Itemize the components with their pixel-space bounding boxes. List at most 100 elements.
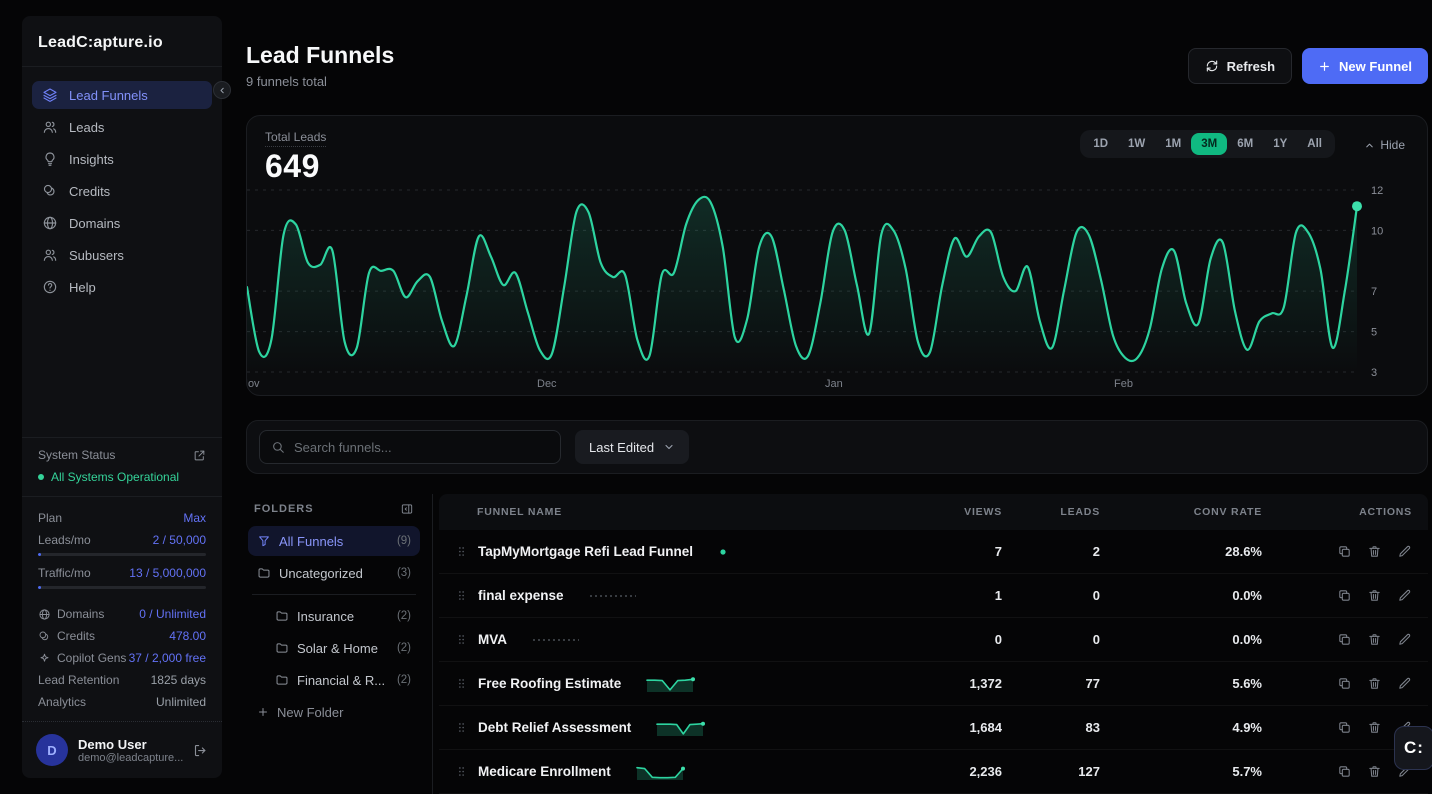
duplicate-icon[interactable] — [1337, 588, 1352, 603]
column-header-views[interactable]: VIEWS — [892, 506, 1002, 518]
trash-icon[interactable] — [1367, 764, 1382, 779]
folder-label: Financial & R... — [297, 673, 385, 688]
refresh-label: Refresh — [1227, 59, 1275, 74]
logout-icon[interactable] — [193, 743, 208, 758]
sidebar-item-leads[interactable]: Leads — [32, 113, 212, 141]
pencil-icon[interactable] — [1397, 676, 1412, 691]
user-block[interactable]: D Demo User demo@leadcapture.... — [22, 721, 222, 778]
sidebar-item-domains[interactable]: Domains — [32, 209, 212, 237]
sort-dropdown[interactable]: Last Edited — [575, 430, 689, 464]
sparkline-flat — [588, 586, 644, 606]
range-pill-1m[interactable]: 1M — [1155, 133, 1191, 155]
range-pill-6m[interactable]: 6M — [1227, 133, 1263, 155]
range-pill-1d[interactable]: 1D — [1083, 133, 1118, 155]
funnel-conv-rate: 5.7% — [1112, 764, 1302, 779]
plus-icon — [1318, 60, 1331, 73]
column-header-funnel-name[interactable]: FUNNEL NAME — [455, 506, 892, 518]
funnel-leads: 2 — [1002, 544, 1112, 559]
drag-handle-icon[interactable] — [455, 589, 468, 602]
funnel-row-medicare-enrollment[interactable]: Medicare Enrollment 2,236 127 5.7% — [439, 750, 1428, 794]
range-pill-1w[interactable]: 1W — [1118, 133, 1155, 155]
funnel-row-mva[interactable]: MVA 0 0 0.0% — [439, 618, 1428, 662]
total-leads-chart-card: Total Leads 649 1D 1W 1M 3M 6M 1Y All Hi… — [246, 115, 1428, 396]
external-link-icon[interactable] — [193, 449, 206, 462]
sidebar-item-label: Credits — [69, 184, 110, 199]
drag-handle-icon[interactable] — [455, 545, 468, 558]
sidebar-item-help[interactable]: Help — [32, 273, 212, 301]
search-box[interactable] — [259, 430, 561, 464]
plan-label: Analytics — [38, 695, 86, 709]
sparkle-icon — [38, 652, 51, 665]
column-header-conv-rate[interactable]: CONV RATE — [1112, 506, 1302, 518]
funnel-leads: 127 — [1002, 764, 1112, 779]
funnel-views: 1,372 — [892, 676, 1002, 691]
funnel-row-tapmymortgage-refi-lead-funnel[interactable]: TapMyMortgage Refi Lead Funnel 7 2 28.6% — [439, 530, 1428, 574]
brand-logo: LeadC:apture.io — [22, 16, 222, 67]
column-header-actions[interactable]: ACTIONS — [1302, 506, 1412, 518]
total-leads-label: Total Leads — [265, 130, 326, 147]
sidebar-item-subusers[interactable]: Subusers — [32, 241, 212, 269]
drag-handle-icon[interactable] — [455, 677, 468, 690]
drag-handle-icon[interactable] — [455, 765, 468, 778]
drag-handle-icon[interactable] — [455, 633, 468, 646]
trash-icon[interactable] — [1367, 544, 1382, 559]
duplicate-icon[interactable] — [1337, 720, 1352, 735]
drag-handle-icon[interactable] — [455, 721, 468, 734]
refresh-button[interactable]: Refresh — [1188, 48, 1292, 84]
duplicate-icon[interactable] — [1337, 676, 1352, 691]
duplicate-icon[interactable] — [1337, 632, 1352, 647]
sparkline-chart — [635, 762, 691, 782]
hide-chart-button[interactable]: Hide — [1364, 138, 1405, 152]
column-header-leads[interactable]: LEADS — [1002, 506, 1112, 518]
capture-widget-button[interactable]: C: — [1394, 726, 1432, 770]
search-input[interactable] — [294, 440, 549, 455]
lightbulb-icon — [42, 151, 58, 167]
range-pill-all[interactable]: All — [1297, 133, 1332, 155]
new-funnel-button[interactable]: New Funnel — [1302, 48, 1428, 84]
folder-item-financial-r[interactable]: Financial & R... (2) — [266, 665, 420, 695]
pencil-icon[interactable] — [1397, 632, 1412, 647]
sidebar-item-lead-funnels[interactable]: Lead Funnels — [32, 81, 212, 109]
trash-icon[interactable] — [1367, 676, 1382, 691]
duplicate-icon[interactable] — [1337, 764, 1352, 779]
duplicate-icon[interactable] — [1337, 544, 1352, 559]
folder-item-uncategorized[interactable]: Uncategorized (3) — [248, 558, 420, 588]
sparkline-chart — [645, 674, 701, 694]
folder-item-insurance[interactable]: Insurance (2) — [266, 601, 420, 631]
sidebar-item-insights[interactable]: Insights — [32, 145, 212, 173]
plan-value: 1825 days — [151, 673, 206, 687]
collapse-panel-icon[interactable] — [400, 502, 414, 516]
plan-label: Leads/mo — [38, 533, 91, 547]
sidebar-item-credits[interactable]: Credits — [32, 177, 212, 205]
pencil-icon[interactable] — [1397, 544, 1412, 559]
globe-icon — [38, 608, 51, 621]
sidebar-item-label: Insights — [69, 152, 114, 167]
new-folder-button[interactable]: New Folder — [248, 697, 420, 727]
plus-icon — [257, 706, 269, 718]
funnel-row-free-roofing-estimate[interactable]: Free Roofing Estimate 1,372 77 5.6% — [439, 662, 1428, 706]
funnel-name: final expense — [478, 588, 564, 603]
trash-icon[interactable] — [1367, 632, 1382, 647]
coins-icon — [38, 630, 51, 643]
funnel-name: MVA — [478, 632, 507, 647]
folder-item-all-funnels[interactable]: All Funnels (9) — [248, 526, 420, 556]
range-pill-3m[interactable]: 3M — [1191, 133, 1227, 155]
svg-text:10: 10 — [1371, 225, 1383, 237]
folders-panel: FOLDERS All Funnels (9) Uncategorized (3… — [246, 494, 426, 794]
pencil-icon[interactable] — [1397, 588, 1412, 603]
range-pill-1y[interactable]: 1Y — [1263, 133, 1297, 155]
sidebar-item-label: Lead Funnels — [69, 88, 148, 103]
new-folder-label: New Folder — [277, 705, 343, 720]
sidebar-collapse-button[interactable] — [213, 81, 231, 99]
svg-text:12: 12 — [1371, 186, 1383, 197]
trash-icon[interactable] — [1367, 588, 1382, 603]
funnel-row-debt-relief-assessment[interactable]: Debt Relief Assessment 1,684 83 4.9% — [439, 706, 1428, 750]
funnel-row-final-expense[interactable]: final expense 1 0 0.0% — [439, 574, 1428, 618]
sidebar-nav: Lead Funnels Leads Insights Credits Doma… — [22, 67, 222, 437]
funnels-table: FUNNEL NAME VIEWS LEADS CONV RATE ACTION… — [439, 494, 1428, 794]
plan-value: 2 / 50,000 — [153, 533, 206, 547]
time-range-selector: 1D 1W 1M 3M 6M 1Y All — [1080, 130, 1335, 158]
folder-label: Insurance — [297, 609, 354, 624]
trash-icon[interactable] — [1367, 720, 1382, 735]
folder-item-solar-home[interactable]: Solar & Home (2) — [266, 633, 420, 663]
